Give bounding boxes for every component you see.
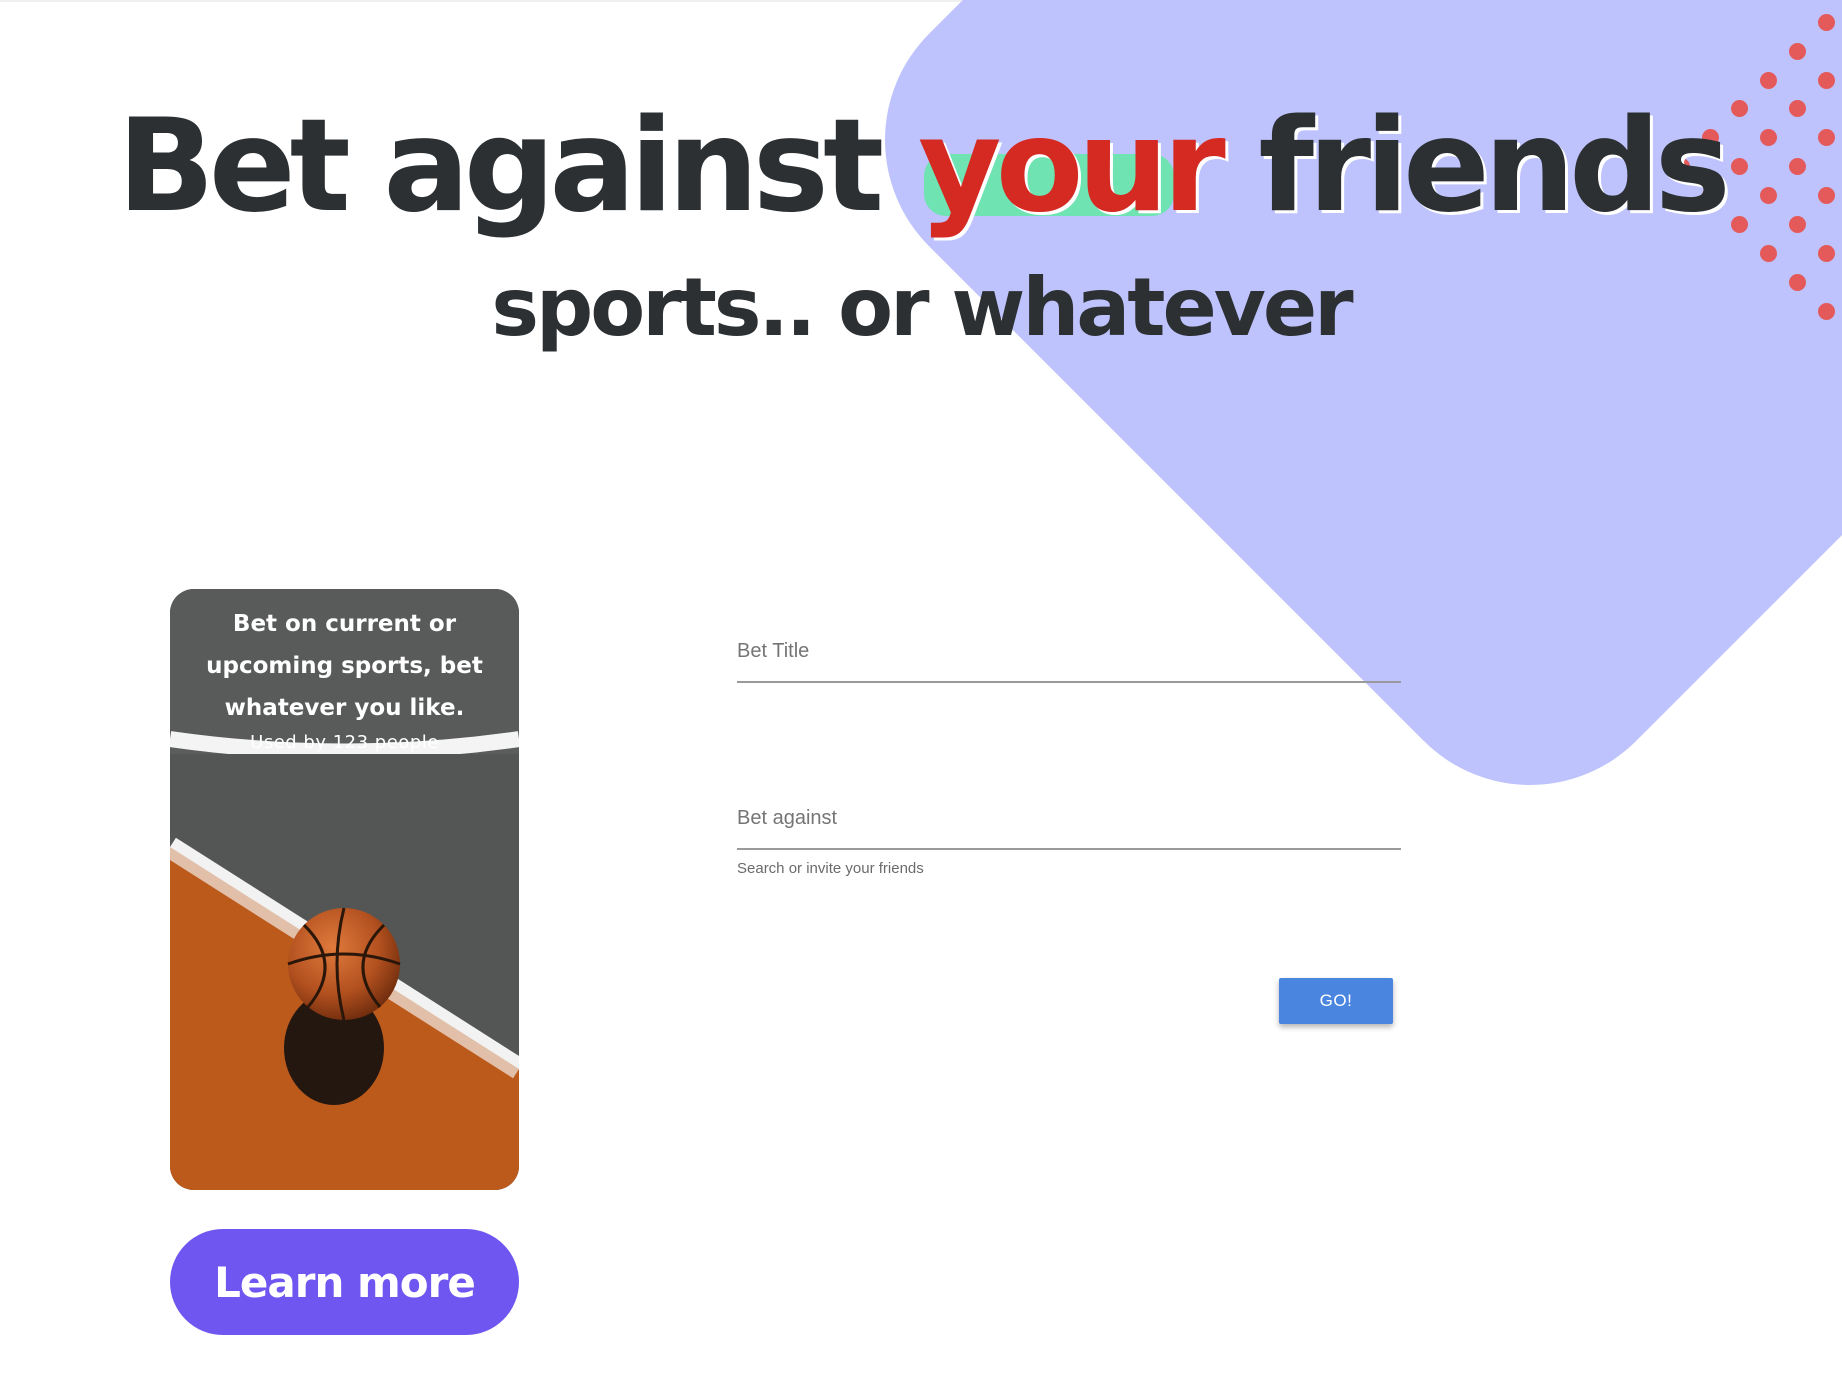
learn-more-button[interactable]: Learn more	[170, 1229, 519, 1335]
hero-subtitle: sports.. or whatever	[491, 261, 1353, 354]
decor-dot	[1818, 14, 1835, 31]
decor-dot	[1789, 43, 1806, 60]
hero-title-accent: your	[918, 92, 1226, 241]
go-button[interactable]: GO!	[1279, 978, 1393, 1024]
bet-title-field-group	[737, 630, 1401, 683]
hero-title: Bet against your friends	[0, 92, 1842, 242]
bet-against-input[interactable]	[737, 797, 1401, 850]
page: Bet against your friends sports.. or what…	[0, 0, 1842, 1389]
bet-against-help-text: Search or invite your friends	[737, 860, 924, 877]
bet-against-field-group: Search or invite your friends	[737, 797, 1401, 877]
hero-title-part2: friends	[1258, 92, 1730, 241]
feature-card: Bet on current or upcoming sports, bet w…	[170, 589, 519, 1190]
bet-title-input[interactable]	[737, 630, 1401, 683]
card-users-count: Used by 123 people	[250, 732, 439, 753]
hero-title-part1: Bet against	[117, 92, 884, 241]
decor-dot	[1818, 72, 1835, 89]
card-caption: Bet on current or upcoming sports, bet w…	[206, 611, 483, 721]
decor-dot	[1760, 72, 1777, 89]
hero-title-accent-wrap: your	[918, 92, 1226, 242]
